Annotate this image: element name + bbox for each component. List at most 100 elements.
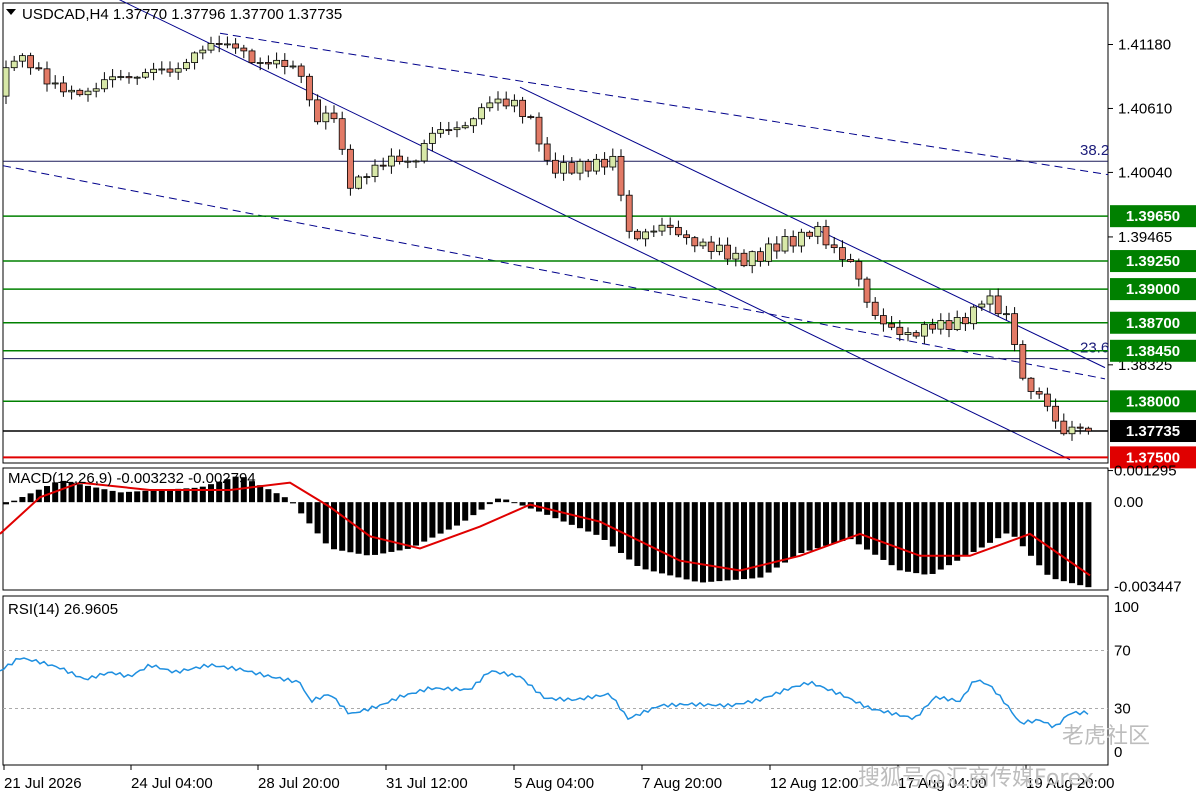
candle-down: [847, 259, 854, 262]
candle-up: [68, 89, 75, 93]
macd-histogram-bar: [347, 502, 354, 553]
candle-down: [601, 158, 608, 168]
candle-down: [773, 243, 781, 252]
rsi-panel-frame: [2, 595, 1109, 766]
candle-up: [109, 76, 116, 81]
candle-down: [125, 76, 133, 79]
macd-histogram-bar: [85, 485, 91, 503]
chart-canvas[interactable]: 1.411801.406101.400401.394651.3832538.22…: [0, 0, 1200, 800]
macd-histogram-bar: [158, 489, 165, 503]
macd-histogram-bar: [1077, 502, 1084, 586]
candle-up: [191, 52, 199, 63]
macd-histogram-bar: [486, 502, 493, 505]
candle-down: [1011, 313, 1018, 345]
candle-down: [863, 278, 871, 303]
candle-up: [387, 155, 395, 167]
watermark-sohu: 搜狐号@汇商传媒Forex: [858, 766, 1095, 791]
candle-down: [527, 116, 535, 118]
candle-down: [535, 116, 543, 145]
macd-histogram-bar: [700, 502, 706, 583]
price-level-tag-label: 1.37735: [1126, 423, 1180, 440]
candle-up: [798, 231, 805, 247]
macd-histogram-bar: [716, 502, 723, 582]
candle-up: [199, 49, 207, 54]
macd-histogram-bar: [790, 502, 797, 558]
candle-up: [363, 176, 371, 178]
time-axis-label: 24 Jul 04:00: [131, 775, 213, 792]
price-tick-label: 1.39465: [1118, 229, 1172, 246]
macd-histogram-bar: [609, 502, 616, 547]
candle-down: [789, 236, 797, 247]
candle-up: [642, 231, 649, 240]
candle-down: [830, 244, 838, 249]
macd-histogram-bar: [380, 502, 387, 554]
candle-down: [502, 98, 510, 107]
candle-up: [765, 243, 772, 262]
candle-down: [855, 261, 863, 280]
time-axis-label: 21 Jul 2026: [4, 775, 82, 792]
candle-down: [994, 295, 1002, 315]
candle-up: [101, 79, 108, 90]
candle-down: [297, 65, 305, 77]
price-tick-label: 1.40040: [1118, 164, 1172, 181]
rsi-tick-label: 100: [1114, 599, 1139, 616]
candle-down: [379, 164, 387, 167]
candle-down: [1027, 377, 1035, 392]
macd-histogram-bar: [314, 502, 321, 534]
macd-histogram-bar: [823, 502, 829, 546]
candle-down: [281, 59, 289, 67]
macd-histogram-bar: [937, 502, 944, 570]
time-axis-label: 7 Aug 20:00: [642, 775, 722, 792]
candle-up: [510, 99, 518, 107]
candle-up: [141, 72, 149, 78]
macd-histogram-bar: [519, 502, 526, 506]
candle-down: [675, 226, 682, 236]
macd-histogram-bar: [1011, 502, 1018, 537]
candle-down: [1085, 427, 1092, 432]
rsi-tick-label: 70: [1114, 643, 1131, 660]
candle-down: [264, 62, 272, 65]
candle-up: [699, 241, 707, 247]
candle-up: [953, 317, 961, 331]
macd-histogram-bar: [987, 502, 993, 543]
macd-histogram-bar: [126, 491, 132, 503]
macd-histogram-bar: [995, 502, 1002, 539]
macd-histogram-bar: [265, 489, 272, 503]
macd-histogram-bar: [257, 485, 264, 503]
candle-up: [51, 82, 59, 85]
candle-down: [666, 224, 674, 228]
macd-histogram-bar: [273, 493, 280, 503]
macd-histogram-bar: [962, 502, 969, 557]
candle-down: [806, 231, 813, 237]
trading-chart-window: 1.41180 1.40610 1.40040 1.39465 1.38325 38.2 2…: [0, 0, 1200, 800]
candle-up: [732, 252, 740, 260]
candle-up: [289, 65, 297, 68]
macd-histogram-bar: [667, 502, 674, 576]
candle-up: [650, 230, 658, 233]
macd-histogram-bar: [814, 502, 821, 549]
macd-histogram-bar: [1036, 502, 1043, 566]
macd-histogram-bar: [421, 502, 428, 542]
macd-histogram-bar: [626, 502, 633, 560]
candle-up: [814, 226, 822, 237]
candle-down: [724, 244, 731, 260]
macd-histogram-bar: [601, 502, 608, 540]
candle-up: [921, 323, 928, 337]
candle-down: [552, 159, 559, 174]
macd-histogram-bar: [437, 502, 444, 534]
candle-up: [781, 236, 789, 252]
macd-histogram-bar: [454, 502, 460, 526]
candle-down: [871, 301, 879, 316]
fib-level-label: 38.2: [1080, 142, 1109, 159]
macd-indicator-label: MACD(12,26,9) -0.003232 -0.002794: [8, 470, 256, 487]
macd-histogram-bar: [413, 502, 419, 546]
candle-up: [937, 320, 945, 330]
macd-histogram-bar: [659, 502, 665, 574]
macd-histogram-bar: [593, 502, 600, 535]
candle-up: [716, 244, 723, 252]
candle-up: [437, 129, 445, 134]
macd-tick-label: 0.001295: [1114, 463, 1177, 480]
candle-down: [27, 55, 35, 69]
candle-up: [223, 43, 231, 46]
candle-up: [970, 306, 977, 325]
